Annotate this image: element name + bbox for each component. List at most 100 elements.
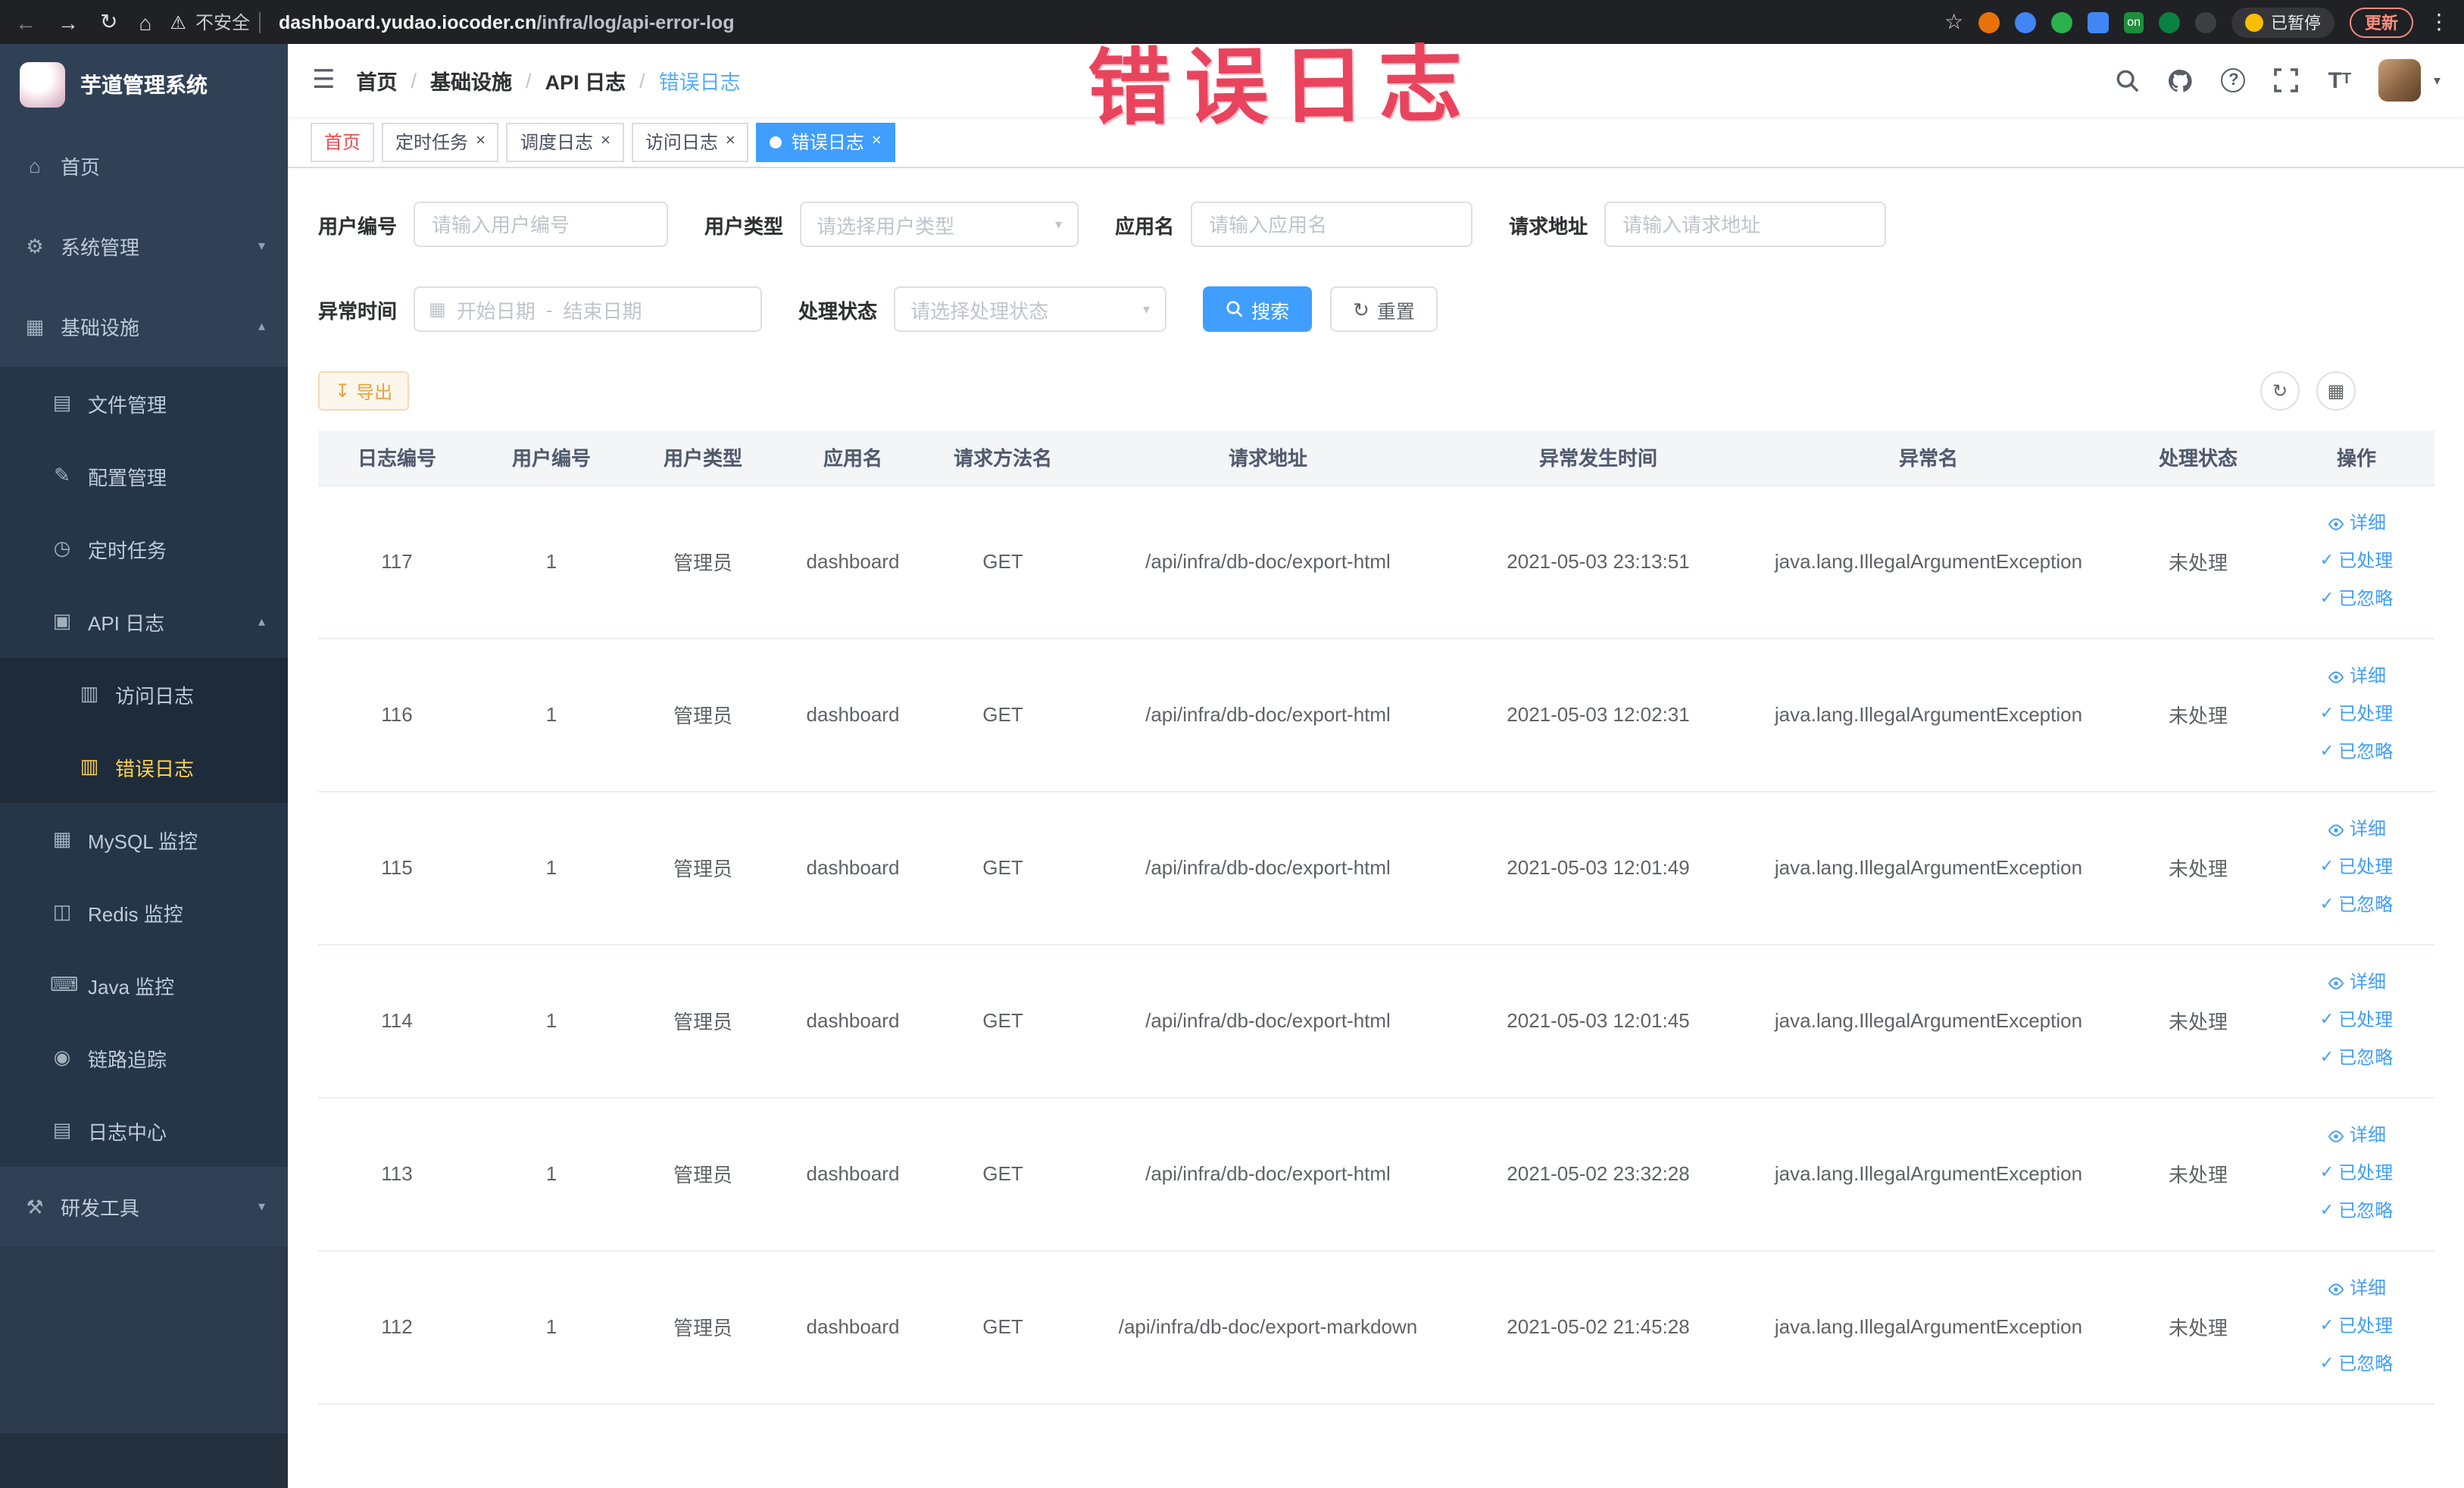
detail-link[interactable]: 详细 [2278,1117,2434,1155]
extension-icon-2[interactable] [2015,11,2037,33]
paused-badge[interactable]: 已暂停 [2231,7,2334,37]
sidebar-item-java-monitor[interactable]: ⌨ Java 监控 [0,949,288,1021]
extension-on-badge[interactable]: on [2124,11,2144,33]
table-row: 116 1 管理员 dashboard GET /api/infra/db-do… [318,638,2434,792]
mark-ignored-link[interactable]: ✓ 已忽略 [2278,733,2434,771]
table-tools: ↻ ▦ [2260,371,2356,411]
sidebar-item-system-management[interactable]: ⚙ 系统管理 ▾ [0,206,288,286]
reload-icon[interactable]: ↻ [100,9,117,35]
sidebar-item-home[interactable]: ⌂ 首页 [0,126,288,206]
extension-icon-1[interactable] [1978,11,2000,33]
reset-button[interactable]: ↻ 重置 [1330,286,1438,332]
process-status-select[interactable]: 请选择处理状态 ▾ [894,286,1167,332]
browser-menu-icon[interactable]: ⋮ [2428,9,2450,35]
extension-icon-5[interactable] [2159,11,2180,33]
sidebar-item-file-management[interactable]: ▤ 文件管理 [0,367,288,439]
back-icon[interactable]: ← [15,10,36,34]
request-url-input[interactable] [1604,202,1887,247]
tab-dispatch-log[interactable]: 调度日志 × [506,122,624,161]
col-app-name: 应用名 [779,430,927,486]
sidebar-item-api-log[interactable]: ▣ API 日志 ▴ [0,585,288,658]
sidebar-item-error-log[interactable]: ▥ 错误日志 [0,730,288,803]
extension-icon-6[interactable] [2195,11,2216,33]
avatar[interactable] [2378,59,2422,102]
detail-link[interactable]: 详细 [2278,1270,2434,1308]
logo[interactable]: 芋道管理系统 [0,44,288,126]
sidebar-item-scheduled-tasks[interactable]: ◷ 定时任务 [0,512,288,585]
mark-ignored-link[interactable]: ✓ 已忽略 [2278,1193,2434,1230]
cell-exception-name: java.lang.IllegalArgumentException [1739,791,2118,945]
user-id-input[interactable] [414,202,669,247]
mark-ignored-link[interactable]: ✓ 已忽略 [2278,1346,2434,1383]
forward-icon[interactable]: → [58,10,79,34]
font-size-icon[interactable]: TT [2326,67,2353,94]
chevron-down-icon[interactable]: ▾ [2434,72,2441,89]
mark-processed-link[interactable]: ✓ 已处理 [2278,696,2434,733]
search-button[interactable]: 搜索 [1203,286,1313,332]
breadcrumb: 首页 / 基础设施 / API 日志 / 错误日志 [357,65,741,95]
col-exception-time: 异常发生时间 [1457,430,1739,486]
export-button[interactable]: ↧ 导出 [318,371,410,411]
fullscreen-icon[interactable] [2273,67,2300,94]
search-icon[interactable] [2114,67,2141,94]
app-header: ☰ 首页 / 基础设施 / API 日志 / 错误日志 ? T T ▾ [288,44,2464,117]
cell-app-name: dashboard [779,1097,927,1251]
url-domain: dashboard.yudao.iocoder.cn [278,11,537,33]
browser-nav: ← → ↻ ⌂ [15,9,151,35]
cell-request-url: /api/infra/db-doc/export-html [1079,485,1457,639]
github-icon[interactable] [2167,67,2194,94]
mark-processed-link[interactable]: ✓ 已处理 [2278,849,2434,886]
close-tab-icon[interactable]: × [476,133,486,150]
end-date-placeholder: 结束日期 [563,299,642,322]
tab-home[interactable]: 首页 [311,122,375,161]
sidebar-item-log-center[interactable]: ▤ 日志中心 [0,1094,288,1167]
security-chip[interactable]: ⚠ 不安全 [170,9,261,35]
home-icon[interactable]: ⌂ [139,10,151,34]
update-button[interactable]: 更新 [2350,7,2413,37]
user-type-select[interactable]: 请选择用户类型 ▾ [800,202,1079,247]
detail-label: 详细 [2349,818,2386,839]
cell-request-url: /api/infra/db-doc/export-html [1079,638,1457,792]
sidebar-item-mysql-monitor[interactable]: ▦ MySQL 监控 [0,803,288,876]
detail-link[interactable]: 详细 [2278,505,2434,542]
sidebar-item-infrastructure[interactable]: ▦ 基础设施 ▴ [0,286,288,367]
breadcrumb-home[interactable]: 首页 [357,65,398,95]
extension-icon-4[interactable] [2088,11,2110,33]
mark-processed-link[interactable]: ✓ 已处理 [2278,1155,2434,1193]
close-tab-icon[interactable]: × [726,133,735,150]
tab-error-log[interactable]: 错误日志 × [756,122,895,161]
column-settings-button[interactable]: ▦ [2316,371,2356,411]
mark-processed-link[interactable]: ✓ 已处理 [2278,542,2434,580]
app-name-input[interactable] [1191,202,1473,247]
close-tab-icon[interactable]: × [601,133,611,150]
address-bar[interactable]: dashboard.yudao.iocoder.cn/infra/log/api… [279,11,1926,33]
refresh-table-button[interactable]: ↻ [2260,371,2300,411]
detail-link[interactable]: 详细 [2278,811,2434,849]
tab-access-log[interactable]: 访问日志 × [631,122,749,161]
breadcrumb-api-log[interactable]: API 日志 [545,65,626,95]
sidebar-item-redis-monitor[interactable]: ◫ Redis 监控 [0,876,288,949]
cell-method: GET [927,791,1079,945]
sidebar-item-devtools[interactable]: ⚒ 研发工具 ▾ [0,1167,288,1247]
cell-process-status: 未处理 [2118,791,2278,945]
mark-ignored-link[interactable]: ✓ 已忽略 [2278,580,2434,618]
mark-ignored-link[interactable]: ✓ 已忽略 [2278,1039,2434,1077]
detail-link[interactable]: 详细 [2278,964,2434,1002]
mark-ignored-link[interactable]: ✓ 已忽略 [2278,886,2434,924]
config-icon: ✎ [54,464,70,486]
mark-processed-link[interactable]: ✓ 已处理 [2278,1308,2434,1346]
breadcrumb-infrastructure[interactable]: 基础设施 [430,65,512,95]
extension-icon-3[interactable] [2051,11,2073,33]
breadcrumb-separator: / [526,69,532,92]
help-icon[interactable]: ? [2220,67,2247,94]
date-range-picker[interactable]: ▦ 开始日期 - 结束日期 [414,286,763,332]
tab-scheduled-tasks[interactable]: 定时任务 × [382,122,499,161]
detail-link[interactable]: 详细 [2278,658,2434,696]
sidebar-item-access-log[interactable]: ▥ 访问日志 [0,658,288,730]
mark-processed-link[interactable]: ✓ 已处理 [2278,1002,2434,1039]
sidebar-item-trace[interactable]: ◉ 链路追踪 [0,1021,288,1094]
bookmark-star-icon[interactable]: ☆ [1944,9,1963,35]
sidebar-item-config-management[interactable]: ✎ 配置管理 [0,439,288,512]
close-tab-icon[interactable]: × [872,133,882,150]
hamburger-icon[interactable]: ☰ [312,65,336,95]
